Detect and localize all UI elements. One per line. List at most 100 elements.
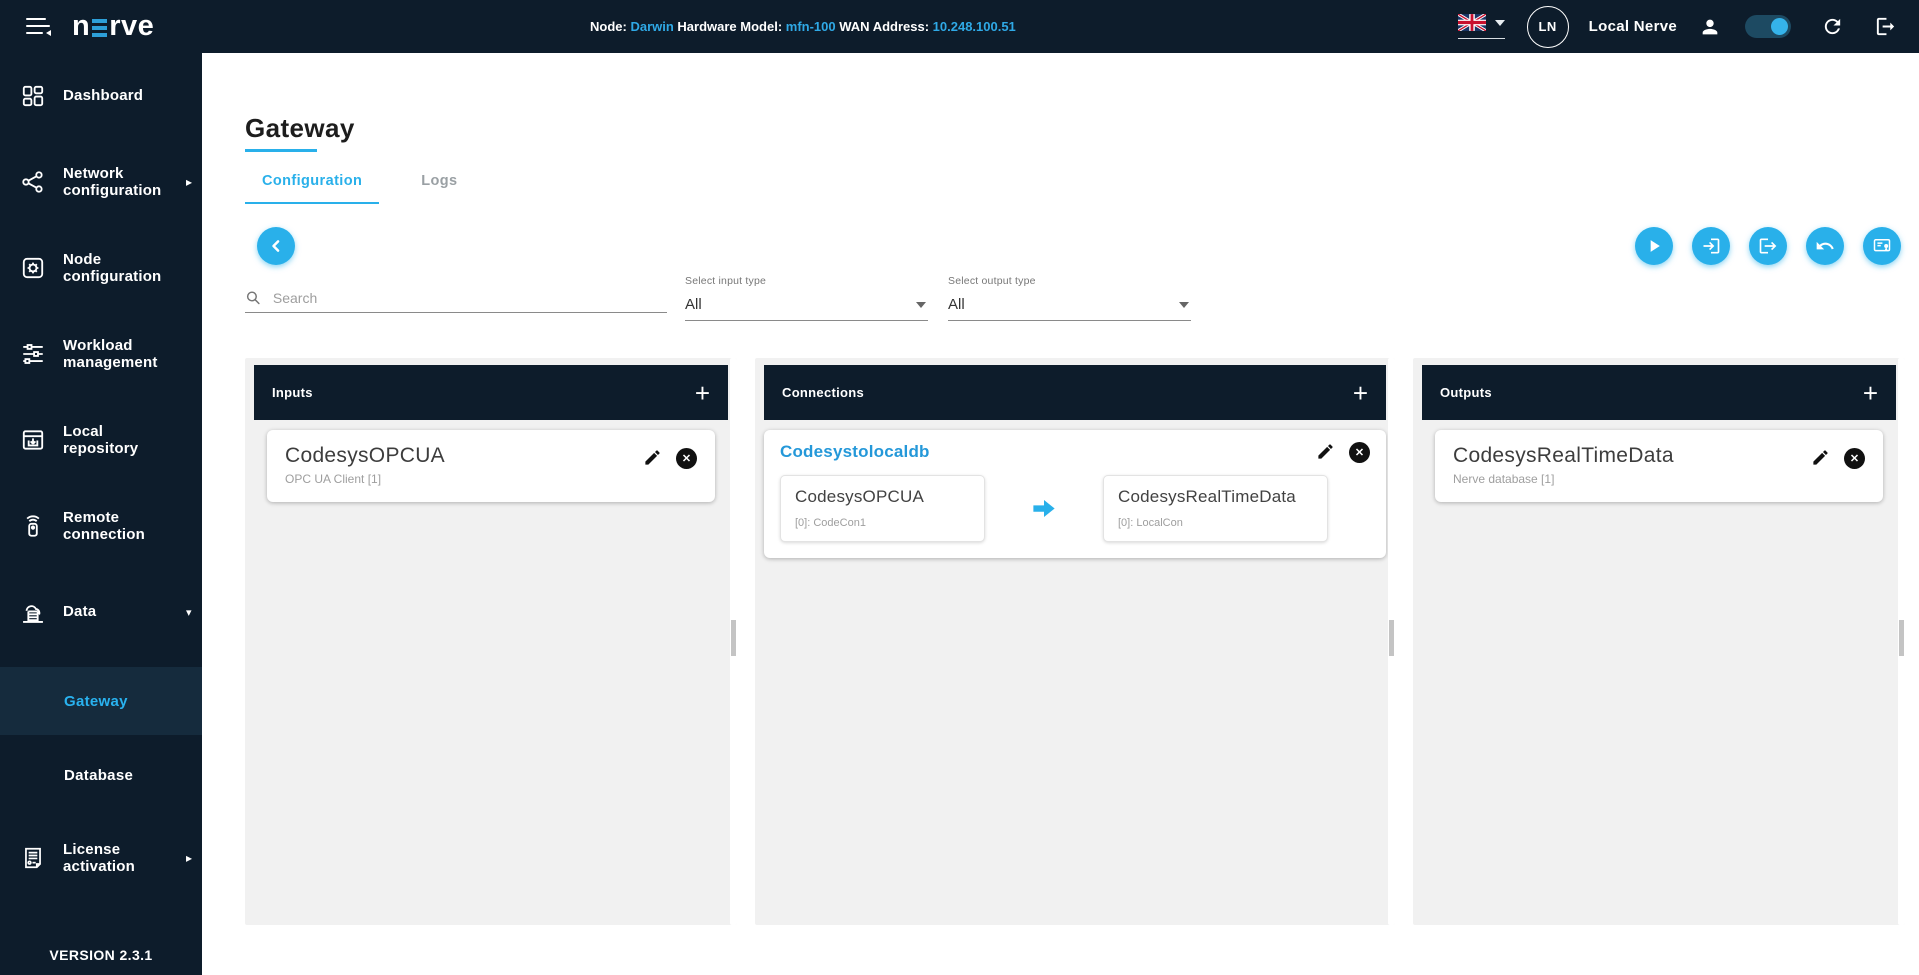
source-title: CodesysOPCUA [795, 487, 970, 507]
dashboard-icon [15, 83, 51, 109]
add-connection-button[interactable]: + [1353, 380, 1368, 406]
caret-down-icon [916, 302, 926, 308]
import-icon [1701, 236, 1721, 256]
sidebar-item-label: Data [63, 603, 179, 620]
output-card: CodesysRealTimeData Nerve database [1] ✕ [1435, 430, 1883, 502]
action-buttons [1635, 227, 1901, 265]
user-icon[interactable] [1699, 16, 1721, 38]
connection-card-title[interactable]: Codesystolocaldb [780, 442, 930, 462]
title-underline [245, 149, 317, 152]
input-card: CodesysOPCUA OPC UA Client [1] ✕ [267, 430, 715, 502]
caret-down-icon: ▾ [186, 606, 192, 619]
hw-label: Hardware Model: [674, 19, 786, 34]
uk-flag-icon [1458, 14, 1486, 31]
sidebar-item-data[interactable]: Data ▾ [0, 569, 202, 655]
node-label: Node: [590, 19, 630, 34]
certificate-button[interactable] [1863, 227, 1901, 265]
add-output-button[interactable]: + [1863, 380, 1878, 406]
input-type-select[interactable]: Select input type All [685, 275, 928, 321]
avatar-initials: LN [1538, 19, 1556, 34]
sidebar: Dashboard Network configuration ▸ Node c… [0, 53, 202, 975]
import-button[interactable] [1692, 227, 1730, 265]
output-card-title: CodesysRealTimeData [1453, 444, 1674, 468]
add-input-button[interactable]: + [695, 380, 710, 406]
sidebar-item-database[interactable]: Database [0, 735, 202, 815]
sidebar-item-gateway[interactable]: Gateway [0, 667, 202, 735]
select-label: Select output type [948, 275, 1191, 287]
sidebar-item-network-configuration[interactable]: Network configuration ▸ [0, 139, 202, 225]
workload-icon [15, 341, 51, 367]
deploy-button[interactable] [1635, 227, 1673, 265]
chevron-left-icon [266, 236, 286, 256]
hw-value: mfn-100 [786, 19, 836, 34]
select-label: Select input type [685, 275, 928, 287]
inputs-column-header: Inputs + [254, 365, 728, 420]
node-info: Node: Darwin Hardware Model: mfn-100 WAN… [590, 0, 1016, 53]
source-subtitle: [0]: CodeCon1 [795, 517, 970, 529]
target-subtitle: [0]: LocalCon [1118, 517, 1313, 529]
sidebar-item-label: Database [64, 767, 133, 784]
license-icon [15, 845, 51, 871]
connection-card: Codesystolocaldb ✕ CodesysOPCUA [0]: Cod… [764, 430, 1386, 558]
sidebar-item-label: Local repository [63, 423, 179, 458]
tab-configuration[interactable]: Configuration [245, 173, 379, 204]
sidebar-item-workload-management[interactable]: Workload management [0, 311, 202, 397]
scrollbar-thumb[interactable] [1899, 620, 1904, 656]
data-cloud-icon [15, 598, 51, 626]
version-label: VERSION 2.3.1 [0, 947, 202, 963]
sidebar-item-label: Dashboard [63, 87, 179, 104]
avatar[interactable]: LN [1527, 6, 1569, 48]
repository-icon [15, 427, 51, 453]
wan-label: WAN Address: [836, 19, 933, 34]
language-select[interactable] [1458, 14, 1505, 39]
output-card-subtitle: Nerve database [1] [1453, 472, 1674, 486]
reboot-icon[interactable] [1821, 15, 1844, 38]
input-card-title: CodesysOPCUA [285, 444, 445, 468]
main-content: Gateway Configuration Logs Select input … [202, 53, 1919, 975]
edit-icon[interactable] [1811, 448, 1830, 467]
export-button[interactable] [1749, 227, 1787, 265]
delete-icon[interactable]: ✕ [1349, 442, 1370, 463]
theme-toggle[interactable] [1745, 15, 1791, 38]
toggle-knob [1771, 18, 1788, 35]
export-icon [1758, 236, 1778, 256]
page-title: Gateway [245, 113, 355, 144]
tab-logs[interactable]: Logs [404, 173, 474, 204]
sidebar-item-label: Gateway [64, 693, 128, 710]
menu-toggle-icon[interactable] [26, 16, 54, 38]
submenu-arrow-icon: ▸ [186, 851, 192, 865]
back-button[interactable] [257, 227, 295, 265]
scrollbar-thumb[interactable] [731, 620, 736, 656]
remote-icon [15, 513, 51, 539]
input-card-subtitle: OPC UA Client [1] [285, 472, 445, 486]
delete-icon[interactable]: ✕ [1844, 448, 1865, 469]
connection-source-card: CodesysOPCUA [0]: CodeCon1 [780, 475, 985, 542]
sidebar-item-label: Remote connection [63, 509, 179, 544]
target-title: CodesysRealTimeData [1118, 487, 1313, 507]
sidebar-item-dashboard[interactable]: Dashboard [0, 53, 202, 139]
scrollbar-thumb[interactable] [1389, 620, 1394, 656]
logo-suffix: rve [109, 12, 154, 41]
outputs-column-header: Outputs + [1422, 365, 1896, 420]
scrollbar [1388, 358, 1395, 925]
search-input[interactable] [273, 290, 667, 306]
sidebar-item-license-activation[interactable]: License activation ▸ [0, 815, 202, 901]
node-config-icon [15, 255, 51, 281]
sidebar-item-label: Workload management [63, 337, 179, 372]
sidebar-item-local-repository[interactable]: Local repository [0, 397, 202, 483]
delete-icon[interactable]: ✕ [676, 448, 697, 469]
network-icon [15, 169, 51, 195]
nerve-logo: n rve [72, 12, 154, 41]
submenu-arrow-icon: ▸ [186, 175, 192, 189]
logout-icon[interactable] [1874, 15, 1897, 38]
inputs-column: Inputs + CodesysOPCUA OPC UA Client [1] … [245, 358, 737, 925]
output-type-select[interactable]: Select output type All [948, 275, 1191, 321]
edit-icon[interactable] [643, 448, 662, 467]
undo-button[interactable] [1806, 227, 1844, 265]
sidebar-item-remote-connection[interactable]: Remote connection [0, 483, 202, 569]
sidebar-item-label: License activation [63, 841, 179, 876]
sidebar-item-node-configuration[interactable]: Node configuration [0, 225, 202, 311]
undo-icon [1815, 236, 1835, 256]
edit-icon[interactable] [1316, 442, 1335, 461]
user-name: Local Nerve [1589, 18, 1677, 35]
